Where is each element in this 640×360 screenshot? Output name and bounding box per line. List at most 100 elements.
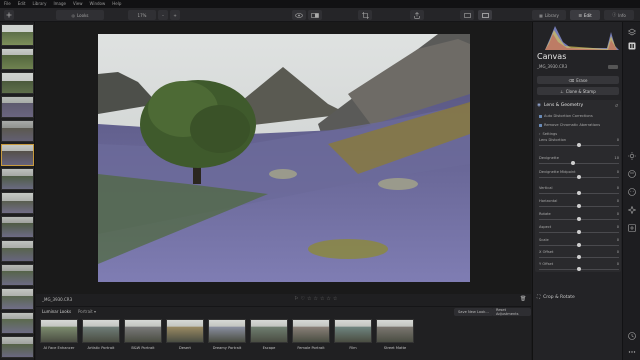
pro-tools-icon[interactable] bbox=[628, 224, 636, 232]
slider-knob[interactable] bbox=[577, 255, 581, 259]
look-thumbnail bbox=[40, 319, 78, 343]
film-thumb[interactable] bbox=[1, 120, 34, 142]
crop-button[interactable] bbox=[358, 10, 372, 20]
star-icon[interactable]: ☆ bbox=[320, 296, 324, 302]
slider-knob[interactable] bbox=[577, 230, 581, 234]
slider-knob[interactable] bbox=[577, 267, 581, 271]
looks-tab-luminar[interactable]: Luminar Looks bbox=[42, 309, 71, 314]
save-new-look-button[interactable]: Save New Look... bbox=[454, 308, 493, 316]
film-thumb[interactable] bbox=[1, 336, 34, 358]
look-preset[interactable]: Dreamy Portrait bbox=[208, 319, 246, 350]
slider[interactable]: Lens Distortion 0 bbox=[539, 138, 619, 148]
look-preset[interactable]: B&W Portrait bbox=[124, 319, 162, 350]
edit-tab[interactable]: ☰ Edit bbox=[570, 10, 600, 20]
menu-window[interactable]: Window bbox=[89, 0, 105, 8]
landscape-photo[interactable] bbox=[98, 34, 470, 282]
film-thumb[interactable] bbox=[1, 96, 34, 118]
slider[interactable]: Aspect 0 bbox=[539, 225, 619, 235]
film-thumb[interactable] bbox=[1, 192, 34, 214]
menu-image[interactable]: Image bbox=[53, 0, 66, 8]
slider[interactable]: X Offset 0 bbox=[539, 250, 619, 260]
trash-icon[interactable]: 🗑 bbox=[520, 296, 526, 302]
film-thumb[interactable] bbox=[1, 288, 34, 310]
look-preset[interactable]: Female Portrait bbox=[292, 319, 330, 350]
more-icon[interactable] bbox=[628, 348, 636, 356]
menu-file[interactable]: File bbox=[4, 0, 11, 8]
menu-library[interactable]: Library bbox=[32, 0, 46, 8]
menu-edit[interactable]: Edit bbox=[18, 0, 26, 8]
star-icon[interactable]: ☆ bbox=[307, 296, 311, 302]
library-icon: ▦ bbox=[539, 12, 543, 18]
slider-knob[interactable] bbox=[577, 175, 581, 179]
slider-knob[interactable] bbox=[577, 243, 581, 247]
canvas-tool-icon[interactable] bbox=[628, 42, 636, 50]
info-tab[interactable]: ⓘ Info bbox=[604, 10, 634, 20]
look-preset[interactable]: AI Face Enhancer bbox=[40, 319, 78, 350]
face-icon[interactable] bbox=[628, 188, 636, 196]
clone-stamp-button[interactable]: ⊥ Clone & Stamp bbox=[537, 87, 619, 95]
slider-knob[interactable] bbox=[577, 143, 581, 147]
erase-button[interactable]: ⌫ Erase bbox=[537, 76, 619, 84]
slider[interactable]: Devignette Midpoint 0 bbox=[539, 170, 619, 180]
slider-value: 10 bbox=[614, 156, 619, 160]
star-icon[interactable]: ☆ bbox=[326, 296, 330, 302]
menu-help[interactable]: Help bbox=[112, 0, 121, 8]
settings-toggle[interactable]: › Settings bbox=[539, 132, 557, 136]
film-thumb[interactable] bbox=[1, 312, 34, 334]
look-preset[interactable]: Escape bbox=[250, 319, 288, 350]
zoom-in-button[interactable]: + bbox=[170, 10, 180, 20]
slider[interactable]: Horizontal 0 bbox=[539, 199, 619, 209]
creative-icon[interactable] bbox=[628, 206, 636, 214]
stamp-icon: ⊥ bbox=[560, 88, 564, 94]
slider[interactable]: Vertical 0 bbox=[539, 186, 619, 196]
film-thumb[interactable] bbox=[1, 48, 34, 70]
flag-icon[interactable]: ⚐ bbox=[294, 296, 298, 302]
crop-rotate-section[interactable]: ⛶ Crop & Rotate bbox=[537, 294, 575, 301]
slider[interactable]: Rotate 0 bbox=[539, 212, 619, 222]
film-thumb[interactable] bbox=[1, 168, 34, 190]
slider-knob[interactable] bbox=[577, 191, 581, 195]
film-thumb[interactable] bbox=[1, 240, 34, 262]
slider[interactable]: Devignette 10 bbox=[539, 156, 619, 166]
reset-adjustments-button[interactable]: Reset Adjustments bbox=[492, 308, 531, 316]
zoom-out-button[interactable]: – bbox=[158, 10, 168, 20]
star-icon[interactable]: ☆ bbox=[313, 296, 317, 302]
sun-icon[interactable] bbox=[628, 152, 636, 160]
auto-distortion-checkbox[interactable]: Auto Distortion Corrections bbox=[539, 114, 593, 118]
filmstrip-view-button[interactable] bbox=[478, 10, 492, 20]
slider[interactable]: Y Offset 0 bbox=[539, 262, 619, 272]
menu-view[interactable]: View bbox=[73, 0, 83, 8]
compare-button[interactable] bbox=[308, 10, 322, 20]
star-icon[interactable]: ☆ bbox=[333, 296, 337, 302]
slider-label: Devignette bbox=[539, 156, 559, 160]
slider-knob[interactable] bbox=[577, 217, 581, 221]
film-thumb[interactable] bbox=[1, 216, 34, 238]
heart-icon[interactable]: ♡ bbox=[300, 296, 304, 302]
slider-knob[interactable] bbox=[577, 204, 581, 208]
layers-icon[interactable] bbox=[628, 28, 636, 36]
library-tab[interactable]: ▦ Library bbox=[532, 10, 566, 20]
history-icon[interactable] bbox=[628, 332, 636, 340]
preview-eye-button[interactable] bbox=[292, 10, 306, 20]
film-thumb[interactable] bbox=[1, 264, 34, 286]
looks-category-dropdown[interactable]: Portrait ▾ bbox=[78, 309, 96, 314]
looks-button[interactable]: ◎ Looks bbox=[56, 10, 104, 20]
share-button[interactable] bbox=[410, 10, 424, 20]
remove-aberrations-checkbox[interactable]: Remove Chromatic Aberrations bbox=[539, 123, 600, 127]
slider-knob[interactable] bbox=[571, 161, 576, 165]
section-header[interactable]: ◉ Lens & Geometry bbox=[537, 103, 583, 108]
palette-icon[interactable] bbox=[628, 170, 636, 178]
look-preset[interactable]: Film bbox=[334, 319, 372, 350]
slider[interactable]: Scale 0 bbox=[539, 238, 619, 248]
film-thumb[interactable] bbox=[1, 24, 34, 46]
reset-icon[interactable]: ↺ bbox=[615, 103, 618, 108]
look-preset[interactable]: Artistic Portrait bbox=[82, 319, 120, 350]
zoom-dropdown[interactable]: 17% bbox=[128, 10, 156, 20]
slider-track[interactable] bbox=[539, 163, 619, 164]
film-thumb-selected[interactable] bbox=[1, 144, 34, 166]
look-preset[interactable]: Street Matte bbox=[376, 319, 414, 350]
add-photos-button[interactable] bbox=[4, 10, 14, 20]
look-preset[interactable]: Desert bbox=[166, 319, 204, 350]
single-view-button[interactable] bbox=[460, 10, 474, 20]
film-thumb[interactable] bbox=[1, 72, 34, 94]
